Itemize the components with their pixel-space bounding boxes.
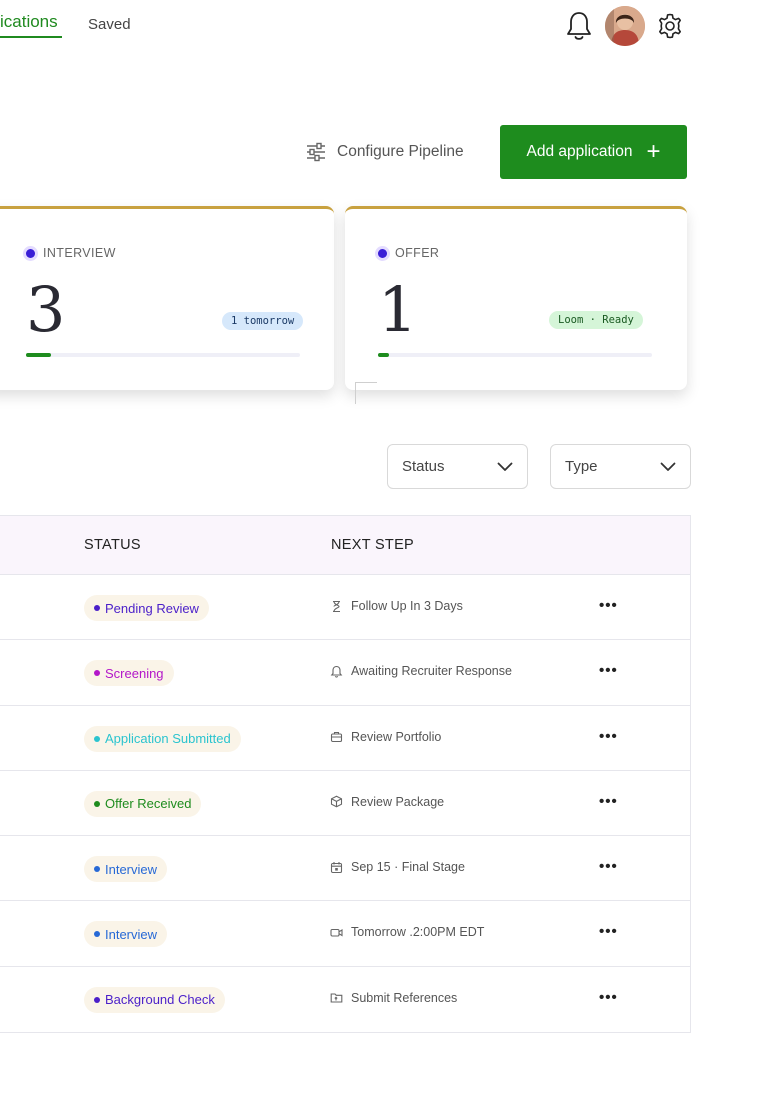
status-dot (94, 605, 100, 611)
more-options-button[interactable]: ••• (599, 989, 618, 1006)
status-label: Offer Received (105, 796, 192, 812)
next-step-label: Awaiting Recruiter Response (351, 664, 512, 679)
status-badge: Offer Received (84, 790, 202, 817)
next-step-label: Submit References (351, 990, 458, 1005)
status-badge: Pending Review (84, 595, 209, 621)
avatar[interactable] (605, 6, 645, 46)
status-badge: Interview (84, 921, 168, 948)
type-filter-label: Type (565, 458, 598, 475)
tab-applications[interactable]: ications (0, 12, 58, 32)
next-step: Submit References (330, 991, 457, 1005)
calendar-icon (330, 861, 343, 873)
bell-icon[interactable] (565, 10, 593, 42)
status-badge: Background Check (84, 986, 225, 1013)
next-step-label: Tomorrow .2:00PM EDT (351, 925, 485, 940)
table-row[interactable]: Application Submitted Review Portfolio ••• (0, 706, 690, 771)
configure-pipeline-button[interactable]: Configure Pipeline (305, 138, 464, 166)
status-filter-label: Status (402, 458, 445, 475)
status-label: Interview (105, 861, 158, 877)
status-dot (94, 670, 100, 677)
bell-icon (330, 665, 343, 678)
status-filter[interactable]: Status (387, 444, 528, 489)
table-header: STATUS NEXT STEP (0, 516, 690, 575)
folder-icon (330, 993, 343, 1003)
card-label-row: INTERVIEW (26, 246, 116, 260)
sliders-icon (307, 142, 325, 162)
status-label: Pending Review (105, 600, 199, 616)
card-label-row: OFFER (378, 246, 439, 260)
briefcase-icon (330, 732, 343, 743)
stat-card-interview[interactable]: INTERVIEW 3 1 tomorrow (0, 206, 334, 390)
more-options-button[interactable]: ••• (599, 662, 618, 679)
more-options-button[interactable]: ••• (599, 728, 618, 745)
next-step: Review Package (330, 795, 444, 809)
status-badge: Application Submitted (84, 725, 241, 752)
more-options-button[interactable]: ••• (599, 858, 618, 875)
status-dot (94, 866, 100, 873)
table-body: Pending Review Follow Up In 3 Days ••• Scre… (0, 575, 690, 1032)
status-label: Application Submitted (105, 731, 231, 747)
card-label: INTERVIEW (43, 246, 116, 260)
next-step-label: Review Portfolio (351, 729, 442, 744)
status-label: Screening (105, 665, 164, 681)
corner-mark (355, 382, 377, 404)
next-step-label: Review Package (351, 794, 445, 809)
table-row[interactable]: Pending Review Follow Up In 3 Days ••• (0, 575, 690, 641)
next-step: Awaiting Recruiter Response (330, 664, 512, 678)
add-application-label: Add application (526, 143, 633, 160)
more-options-button[interactable]: ••• (599, 597, 618, 614)
table-row[interactable]: Interview Tomorrow .2:00PM EDT ••• (0, 901, 690, 967)
next-step: Follow Up In 3 Days (330, 599, 463, 613)
card-pill: Loom · Ready (549, 311, 643, 329)
progress-fill (26, 353, 51, 357)
chevron-down-icon (497, 462, 513, 471)
column-header-status[interactable]: STATUS (84, 537, 141, 553)
chevron-down-icon (660, 462, 676, 471)
video-icon (330, 928, 343, 937)
active-tab-underline (0, 36, 62, 38)
applications-table: STATUS NEXT STEP Pending Review Follow Up… (0, 515, 691, 1034)
card-pill: 1 tomorrow (222, 312, 304, 330)
more-options-button[interactable]: ••• (599, 793, 618, 810)
status-dot (94, 996, 100, 1003)
next-step: Review Portfolio (330, 730, 441, 744)
gear-icon[interactable] (656, 12, 684, 40)
next-step-label: Sep 15 · Final Stage (351, 860, 465, 875)
table-row[interactable]: Screening Awaiting Recruiter Response ••• (0, 640, 690, 706)
card-count: 3 (26, 273, 66, 346)
configure-pipeline-label: Configure Pipeline (337, 143, 464, 160)
next-step-label: Follow Up In 3 Days (351, 599, 463, 613)
type-filter[interactable]: Type (550, 444, 691, 489)
card-label: OFFER (395, 246, 440, 260)
table-row[interactable]: Background Check Submit References ••• (0, 967, 690, 1032)
stat-card-offer[interactable]: OFFER 1 Loom · Ready (345, 206, 687, 390)
progress-track (26, 353, 300, 357)
status-dot (94, 735, 100, 742)
table-row[interactable]: Interview Sep 15 · Final Stage ••• (0, 836, 690, 902)
more-options-button[interactable]: ••• (599, 923, 618, 940)
status-label: Background Check (105, 992, 215, 1008)
hourglass-icon (333, 600, 340, 612)
next-step: Sep 15 · Final Stage (330, 860, 465, 874)
card-count: 1 (378, 273, 418, 346)
tab-saved[interactable]: Saved (88, 16, 131, 33)
add-application-button[interactable]: Add application + (500, 125, 687, 179)
status-badge: Interview (84, 856, 168, 883)
next-step: Tomorrow .2:00PM EDT (330, 925, 484, 939)
status-dot (378, 248, 387, 258)
status-badge: Screening (84, 660, 174, 687)
table-row[interactable]: Offer Received Review Package ••• (0, 771, 690, 837)
plus-icon: + (646, 138, 661, 165)
progress-track (378, 353, 652, 357)
status-dot (94, 931, 100, 938)
column-header-next-step[interactable]: NEXT STEP (331, 537, 414, 553)
top-nav: ications Saved (0, 0, 761, 54)
progress-fill (378, 353, 389, 357)
package-icon (330, 795, 343, 808)
status-label: Interview (105, 926, 158, 942)
status-dot (26, 248, 35, 258)
status-dot (94, 800, 100, 807)
